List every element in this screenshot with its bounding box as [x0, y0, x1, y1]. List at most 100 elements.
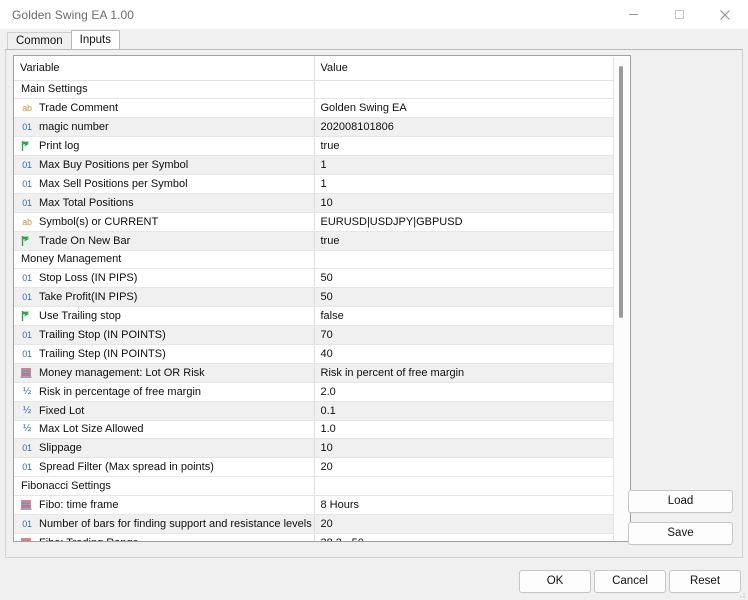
cell-value[interactable]: 10 [314, 438, 616, 459]
load-button[interactable]: Load [628, 490, 733, 513]
variable-label: Fixed Lot [39, 404, 85, 417]
cell-value[interactable]: EURUSD|USDJPY|GBPUSD [314, 212, 616, 232]
cell-value[interactable]: false [314, 306, 616, 327]
cell-value[interactable]: Golden Swing EA [314, 98, 616, 119]
value-label: 1 [320, 177, 327, 190]
value-label: 20 [320, 517, 333, 530]
table-row[interactable]: Print log true [14, 136, 616, 157]
table-row[interactable]: Trade On New Bar true [14, 231, 616, 251]
table-row[interactable]: Fibo: Trading Range 38.2 - 50 [14, 533, 616, 541]
maximize-button[interactable] [656, 0, 702, 29]
cell-value[interactable]: 1 [314, 155, 616, 175]
variable-cell-content: Fibo: time frame [20, 499, 313, 511]
cell-value[interactable]: 1 [314, 174, 616, 194]
table-row[interactable]: 01 magic number 202008101806 [14, 117, 616, 138]
variable-cell-content: Trade On New Bar [20, 235, 313, 247]
table-row[interactable]: Money management: Lot OR Risk Risk in per… [14, 363, 616, 383]
table-group-row[interactable]: Fibonacci Settings [14, 476, 616, 497]
variable-cell-content: 01 Take Profit(IN PIPS) [20, 291, 313, 303]
table-row[interactable]: 01 Stop Loss (IN PIPS) 50 [14, 268, 616, 289]
table-row[interactable]: 01 Trailing Stop (IN POINTS) 70 [14, 325, 616, 345]
integer-type-icon: 01 [22, 273, 32, 284]
cell-value[interactable]: 50 [314, 268, 616, 289]
table-row[interactable]: ½ Risk in percentage of free margin 2.0 [14, 382, 616, 402]
group-label: Fibonacci Settings [21, 480, 111, 493]
value-label: 8 Hours [320, 499, 360, 512]
table-row[interactable]: ab Symbol(s) or CURRENT EURUSD|USDJPY|GBPU… [14, 212, 616, 232]
table-row[interactable]: ½ Fixed Lot 0.1 [14, 401, 616, 421]
cell-variable: Print log [14, 136, 315, 157]
title-bar: Golden Swing EA 1.00 [0, 0, 748, 29]
cell-variable: Money management: Lot OR Risk [14, 363, 315, 383]
value-label: 40 [320, 347, 333, 360]
integer-type-icon: 01 [22, 443, 32, 454]
cell-value[interactable] [314, 476, 616, 497]
table-row[interactable]: 01 Max Total Positions 10 [14, 193, 616, 213]
table-row[interactable]: Fibo: time frame 8 Hours [14, 495, 616, 515]
minimize-icon [628, 14, 638, 15]
cell-value[interactable]: Risk in percent of free margin [314, 363, 616, 383]
cell-value[interactable]: 70 [314, 325, 616, 345]
tab-inputs[interactable]: Inputs [70, 30, 120, 49]
table-row[interactable]: 01 Max Sell Positions per Symbol 1 [14, 174, 616, 194]
table-row[interactable]: ab Trade Comment Golden Swing EA [14, 98, 616, 119]
value-label: 10 [320, 442, 333, 455]
grid-scrollbar[interactable] [613, 57, 629, 540]
table-group-row[interactable]: Main Settings [14, 80, 616, 100]
reset-button[interactable]: Reset [669, 570, 741, 593]
cell-value[interactable]: 8 Hours [314, 495, 616, 515]
variable-label: Fibo: Trading Range [39, 537, 139, 541]
window-title: Golden Swing EA 1.00 [12, 7, 135, 22]
integer-type-icon: 01 [22, 330, 32, 341]
variable-cell-content: 01 Trailing Stop (IN POINTS) [20, 329, 313, 341]
double-type-icon: ½ [22, 423, 32, 435]
cell-value[interactable]: 20 [314, 457, 616, 478]
cell-value[interactable]: 50 [314, 287, 616, 308]
table-row[interactable]: ½ Max Lot Size Allowed 1.0 [14, 420, 616, 440]
variable-cell-content: ½ Max Lot Size Allowed [20, 423, 313, 435]
variable-cell-content: 01 Max Total Positions [20, 197, 313, 209]
cell-value[interactable]: 202008101806 [314, 117, 616, 138]
variable-cell-content: 01 Max Buy Positions per Symbol [20, 159, 313, 171]
grid-scrollbar-thumb[interactable] [619, 66, 623, 318]
cell-value[interactable] [314, 80, 616, 100]
cell-value[interactable]: true [314, 136, 616, 157]
close-button[interactable] [702, 0, 748, 29]
cell-value[interactable]: true [314, 231, 616, 251]
cell-value[interactable]: 20 [314, 514, 616, 534]
variable-label: Use Trailing stop [39, 310, 121, 323]
value-label: Golden Swing EA [320, 102, 407, 115]
cell-variable: Fibonacci Settings [14, 476, 315, 497]
cell-value[interactable]: 10 [314, 193, 616, 213]
cell-variable: 01 Max Buy Positions per Symbol [14, 155, 315, 175]
cell-value[interactable]: 1.0 [314, 420, 616, 440]
cell-value[interactable]: 2.0 [314, 382, 616, 402]
cell-value[interactable]: 0.1 [314, 401, 616, 421]
resize-grip-icon[interactable] [736, 589, 746, 599]
table-row[interactable]: 01 Take Profit(IN PIPS) 50 [14, 287, 616, 308]
variable-cell-content: ab Symbol(s) or CURRENT [20, 216, 313, 228]
table-row[interactable]: 01 Slippage 10 [14, 438, 616, 459]
table-group-row[interactable]: Money Management [14, 250, 616, 270]
variable-cell-content: Fibonacci Settings [20, 480, 313, 493]
cell-value[interactable]: 38.2 - 50 [314, 533, 616, 541]
tab-common[interactable]: Common [7, 32, 72, 49]
cell-variable: 01 Spread Filter (Max spread in points) [14, 457, 315, 478]
cell-variable: ½ Risk in percentage of free margin [14, 382, 315, 402]
table-row[interactable]: 01 Number of bars for finding support and… [14, 514, 616, 534]
save-button[interactable]: Save [628, 522, 733, 545]
table-row[interactable]: 01 Trailing Step (IN POINTS) 40 [14, 344, 616, 364]
cell-value[interactable] [314, 250, 616, 270]
table-row[interactable]: Use Trailing stop false [14, 306, 616, 327]
cell-variable: 01 Max Sell Positions per Symbol [14, 174, 315, 194]
cancel-button[interactable]: Cancel [594, 570, 666, 593]
minimize-button[interactable] [610, 0, 656, 29]
cell-variable: 01 Stop Loss (IN PIPS) [14, 268, 315, 289]
cell-variable: Fibo: time frame [14, 495, 315, 515]
boolean-flag-icon [20, 235, 34, 247]
cell-value[interactable]: 40 [314, 344, 616, 364]
table-row[interactable]: 01 Max Buy Positions per Symbol 1 [14, 155, 616, 175]
table-row[interactable]: 01 Spread Filter (Max spread in points) 20 [14, 457, 616, 478]
variable-cell-content: Print log [20, 140, 313, 152]
ok-button[interactable]: OK [519, 570, 591, 593]
